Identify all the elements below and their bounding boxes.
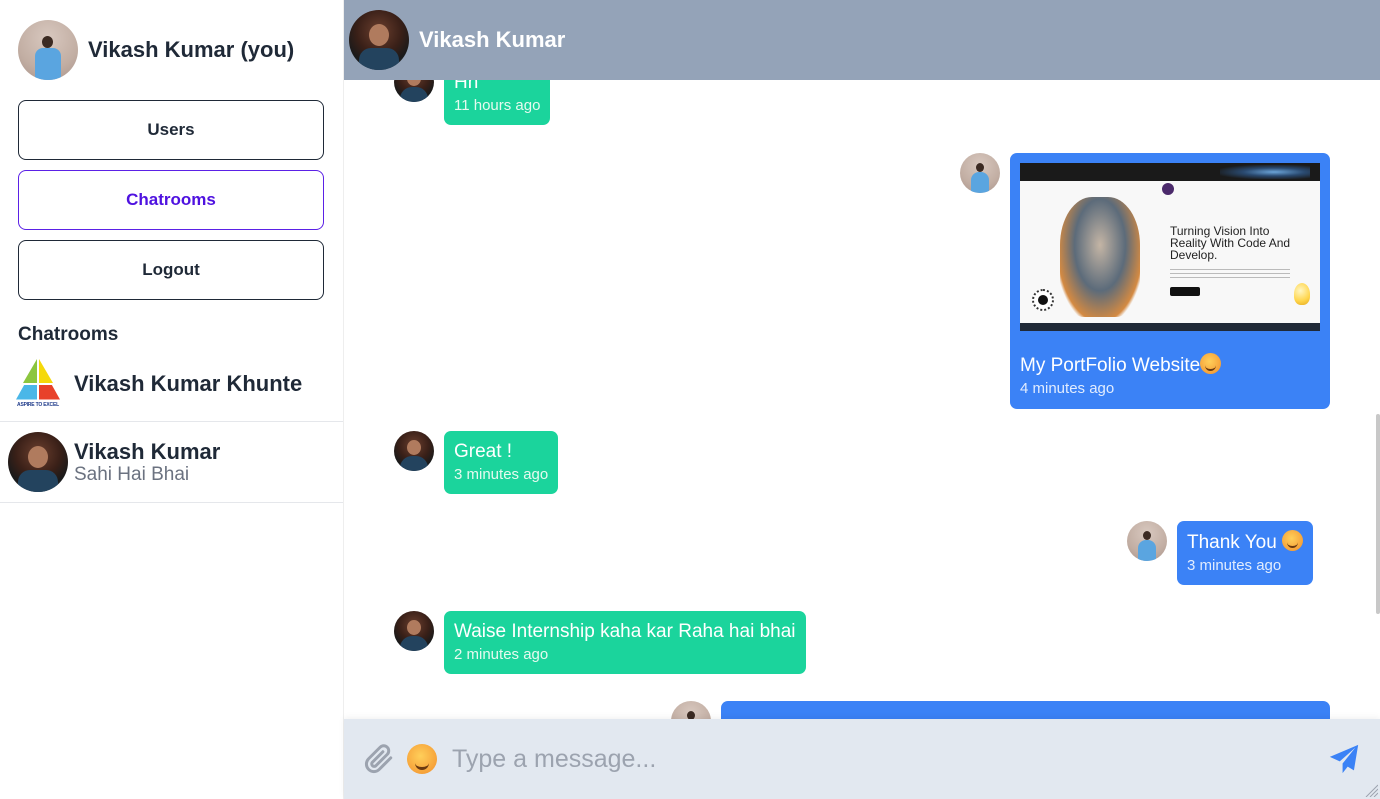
sidebar: Vikash Kumar (you) Users Chatrooms Logou…	[0, 0, 344, 799]
message-text-row: Thank You	[1187, 530, 1304, 555]
chat-app: Vikash Kumar (you) Users Chatrooms Logou…	[0, 0, 1380, 799]
message-time: 4 minutes ago	[1020, 380, 1115, 397]
emoji-icon[interactable]	[406, 743, 438, 775]
logo-caption: ASPIRE TO EXCEL	[17, 401, 59, 408]
message-list[interactable]: Hh 11 hours ago Turning Vision Into Real…	[344, 0, 1380, 719]
message-outgoing: Thank You 3 minutes ago	[1127, 521, 1314, 585]
resize-handle-icon[interactable]	[1364, 783, 1379, 798]
chatroom-name: Vikash Kumar Khunte	[74, 370, 303, 396]
sender-avatar	[671, 701, 711, 719]
message-bubble: Great ! 3 minutes ago	[444, 431, 559, 494]
message-list-scrollbar[interactable]	[1376, 414, 1380, 614]
sender-avatar	[1127, 521, 1167, 561]
contact-name: Vikash Kumar	[74, 438, 221, 464]
smiling-face-emoji-icon	[1200, 353, 1222, 374]
message-text: Great !	[454, 441, 513, 462]
sender-avatar	[960, 153, 1000, 193]
paperclip-icon[interactable]	[364, 744, 394, 774]
users-button[interactable]: Users	[18, 100, 324, 160]
last-message-preview: Sahi Hai Bhai	[74, 463, 190, 485]
message-text: Thank You	[1187, 532, 1277, 553]
message-time: 3 minutes ago	[1187, 557, 1282, 574]
message-bubble	[721, 701, 1330, 719]
message-text: Waise Internship kaha kar Raha hai bhai	[454, 621, 796, 642]
chat-contact-avatar[interactable]	[349, 10, 409, 70]
shared-image[interactable]: Turning Vision Into Reality With Code An…	[1020, 163, 1320, 331]
message-time: 11 hours ago	[454, 97, 541, 114]
message-composer	[344, 719, 1380, 799]
message-text: My PortFolio Website	[1020, 355, 1201, 376]
message-incoming: Waise Internship kaha kar Raha hai bhai …	[394, 611, 806, 674]
sender-avatar	[394, 611, 434, 651]
sender-avatar	[394, 431, 434, 471]
send-icon[interactable]	[1326, 741, 1362, 777]
message-caption-row: My PortFolio Website	[1020, 353, 1320, 378]
logout-button[interactable]: Logout	[18, 240, 324, 300]
chat-header: Vikash Kumar	[344, 0, 1380, 80]
message-bubble: Waise Internship kaha kar Raha hai bhai …	[444, 611, 806, 674]
direct-message-item[interactable]: Vikash Kumar Sahi Hai Bhai	[0, 422, 343, 503]
contact-avatar	[8, 432, 68, 492]
message-bubble: Turning Vision Into Reality With Code An…	[1010, 153, 1330, 409]
message-outgoing-image: Turning Vision Into Reality With Code An…	[960, 153, 1330, 409]
direct-message-text: Vikash Kumar Sahi Hai Bhai	[74, 438, 221, 485]
current-user: Vikash Kumar (you)	[0, 0, 343, 82]
message-incoming: Great ! 3 minutes ago	[394, 431, 559, 494]
message-input[interactable]	[452, 737, 1326, 781]
chatroom-logo-icon: ASPIRE TO EXCEL	[14, 357, 62, 411]
message-time: 3 minutes ago	[454, 466, 549, 483]
message-outgoing-partial	[671, 701, 1330, 719]
current-user-name: Vikash Kumar (you)	[88, 37, 295, 62]
chatrooms-button[interactable]: Chatrooms	[18, 170, 324, 230]
image-headline: Turning Vision Into Reality With Code An…	[1170, 224, 1291, 262]
chat-panel: Hh 11 hours ago Turning Vision Into Real…	[344, 0, 1380, 799]
chat-contact-name: Vikash Kumar	[419, 27, 566, 52]
message-time: 2 minutes ago	[454, 646, 549, 663]
current-user-avatar	[18, 20, 78, 80]
chatroom-item[interactable]: ASPIRE TO EXCEL Vikash Kumar Khunte	[0, 346, 343, 422]
chatrooms-heading: Chatrooms	[18, 324, 119, 345]
smiling-face-emoji-icon	[1282, 530, 1304, 551]
message-bubble: Thank You 3 minutes ago	[1177, 521, 1314, 585]
